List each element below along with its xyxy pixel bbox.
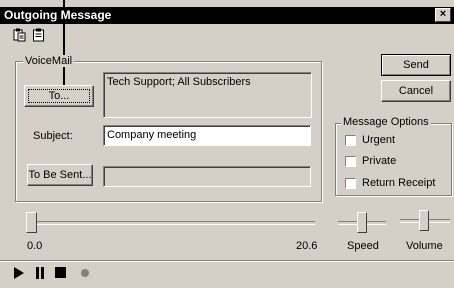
send-button-label: Send: [403, 59, 429, 71]
to-be-sent-field[interactable]: [103, 166, 311, 187]
close-icon: ×: [439, 8, 447, 20]
message-options-label: Message Options: [341, 116, 431, 128]
speed-slider-thumb[interactable]: [357, 212, 367, 233]
position-track: [30, 221, 315, 225]
stop-icon[interactable]: [55, 267, 67, 279]
cancel-button-label: Cancel: [398, 85, 434, 97]
close-button[interactable]: ×: [435, 8, 451, 22]
subject-label: Subject:: [33, 130, 73, 142]
position-start-label: 0.0: [27, 240, 43, 252]
to-be-sent-button-label: To Be Sent...: [28, 169, 92, 181]
window-title: Outgoing Message: [4, 8, 112, 22]
to-button-label: To...: [48, 90, 70, 102]
send-button[interactable]: Send: [381, 54, 451, 76]
to-recipients-value: Tech Support; All Subscribers: [107, 76, 251, 88]
urgent-label: Urgent: [362, 134, 396, 146]
cancel-button[interactable]: Cancel: [381, 80, 451, 102]
position-slider-thumb[interactable]: [26, 212, 37, 233]
private-checkbox[interactable]: Private: [345, 155, 445, 168]
urgent-checkbox-box[interactable]: [345, 135, 356, 146]
to-be-sent-button[interactable]: To Be Sent...: [27, 164, 93, 186]
pause-icon[interactable]: [35, 267, 45, 279]
return-receipt-label: Return Receipt: [362, 177, 436, 189]
private-checkbox-box[interactable]: [345, 156, 356, 167]
transport-separator-highlight: [0, 261, 454, 262]
urgent-checkbox[interactable]: Urgent: [345, 134, 445, 147]
private-label: Private: [362, 155, 397, 167]
voicemail-group-label: VoiceMail: [23, 55, 75, 67]
play-icon[interactable]: [13, 267, 25, 279]
volume-label: Volume: [406, 240, 443, 252]
copy-icon[interactable]: [13, 28, 27, 42]
title-bar: Outgoing Message ×: [0, 7, 454, 24]
return-receipt-checkbox-box[interactable]: [345, 178, 356, 189]
to-button[interactable]: To...: [24, 85, 94, 107]
to-recipients-field[interactable]: Tech Support; All Subscribers: [103, 72, 312, 118]
return-receipt-checkbox[interactable]: Return Receipt: [345, 177, 450, 190]
volume-slider-thumb[interactable]: [419, 210, 429, 231]
speed-label: Speed: [347, 240, 379, 252]
subject-input[interactable]: Company meeting: [103, 125, 311, 146]
subject-value: Company meeting: [107, 129, 197, 141]
record-icon[interactable]: [80, 268, 90, 278]
position-end-label: 20.6: [296, 240, 318, 252]
paste-icon[interactable]: [32, 28, 46, 42]
